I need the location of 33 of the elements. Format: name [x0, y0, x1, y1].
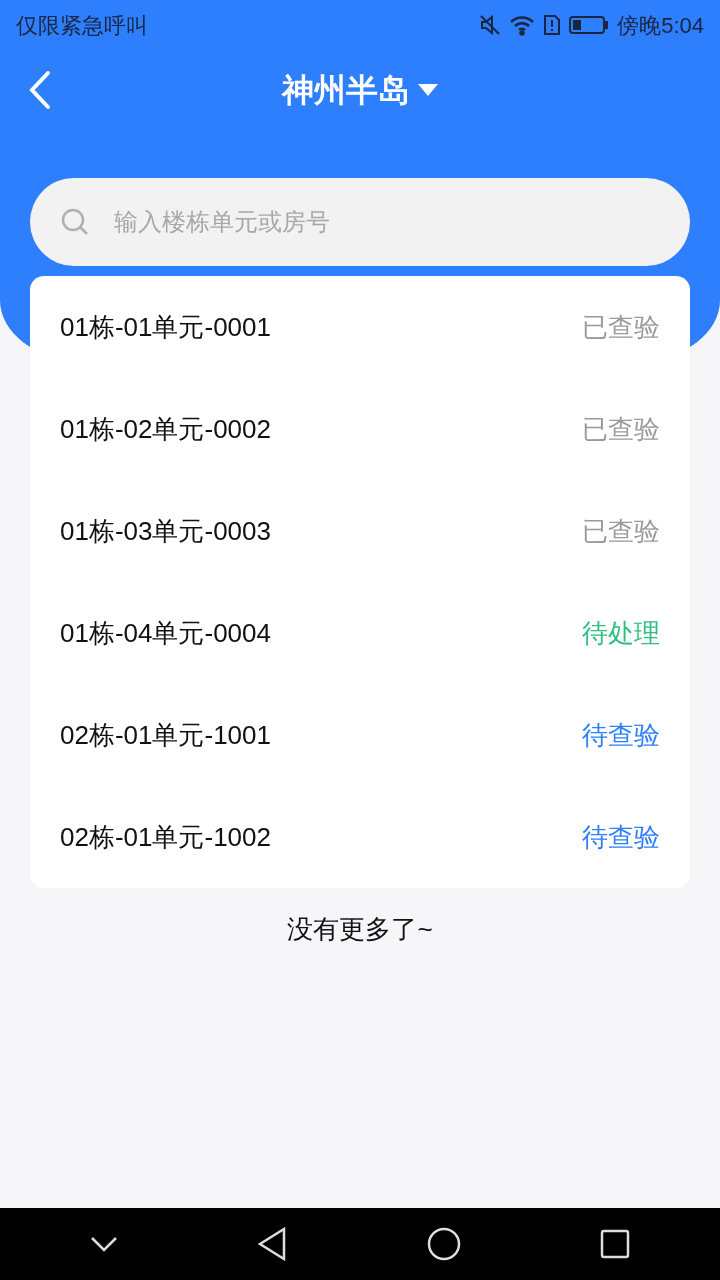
room-name: 01栋-02单元-0002 — [60, 412, 271, 446]
search-icon — [60, 207, 90, 237]
sim-alert-icon — [543, 14, 562, 36]
clock-text: 傍晚5:04 — [617, 11, 704, 40]
search-field[interactable]: 输入楼栋单元或房号 — [30, 178, 690, 266]
room-row[interactable]: 01栋-04单元-0004 待处理 — [30, 582, 690, 684]
room-name: 02栋-01单元-1002 — [60, 820, 271, 854]
room-name: 01栋-01单元-0001 — [60, 310, 271, 344]
room-status: 已查验 — [582, 412, 660, 446]
home-circle-icon[interactable] — [426, 1227, 461, 1261]
room-status: 待处理 — [582, 616, 660, 650]
room-status: 待查验 — [582, 718, 660, 752]
room-name: 02栋-01单元-1001 — [60, 718, 271, 752]
carrier-text: 仅限紧急呼叫 — [16, 11, 148, 40]
room-row[interactable]: 02栋-01单元-1002 待查验 — [30, 786, 690, 888]
dropdown-triangle-icon — [418, 84, 438, 96]
room-name: 01栋-04单元-0004 — [60, 616, 271, 650]
room-status: 待查验 — [582, 820, 660, 854]
battery-icon — [569, 15, 610, 35]
recents-square-icon[interactable] — [600, 1229, 631, 1259]
room-status: 已查验 — [582, 310, 660, 344]
community-dropdown[interactable]: 神州半岛 — [282, 66, 438, 114]
room-row[interactable]: 01栋-03单元-0003 已查验 — [30, 480, 690, 582]
no-more-text: 没有更多了~ — [287, 912, 433, 946]
mute-icon — [479, 14, 502, 36]
back-triangle-icon[interactable] — [257, 1227, 288, 1261]
room-row[interactable]: 02栋-01单元-1001 待查验 — [30, 684, 690, 786]
room-row[interactable]: 01栋-01单元-0001 已查验 — [30, 276, 690, 378]
room-row[interactable]: 01栋-02单元-0002 已查验 — [30, 378, 690, 480]
chevron-down-icon[interactable] — [89, 1236, 118, 1252]
wifi-icon — [509, 14, 536, 36]
room-name: 01栋-03单元-0003 — [60, 514, 271, 548]
room-status: 已查验 — [582, 514, 660, 548]
